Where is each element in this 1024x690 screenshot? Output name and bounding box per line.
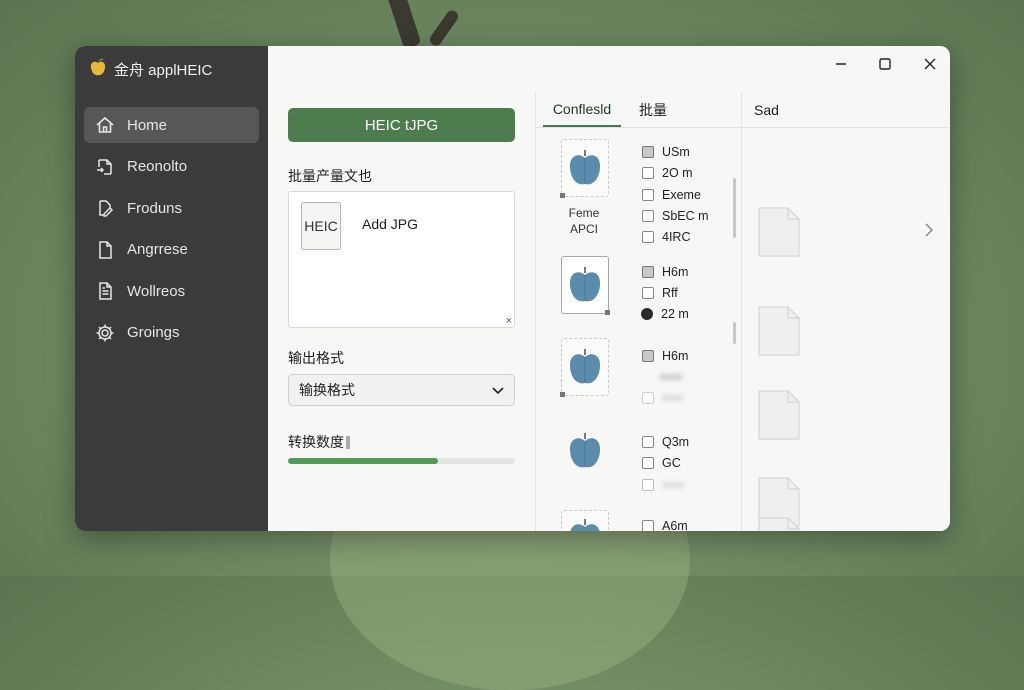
image-thumbnail[interactable] — [561, 510, 609, 531]
home-icon — [94, 114, 116, 136]
radio-selected-icon — [641, 308, 653, 320]
tab-batch[interactable]: 批量 — [639, 92, 667, 127]
option-checkbox[interactable]: GC — [642, 454, 681, 472]
output-format-select[interactable]: 输换格式 — [288, 374, 515, 406]
apple-image-icon — [569, 349, 601, 384]
output-format-value: 输换格式 — [299, 382, 355, 398]
option-checkbox[interactable]: SbEC m — [642, 207, 709, 225]
option-checkbox[interactable]: Rff — [642, 284, 678, 302]
option-checkbox[interactable]: 4IRC — [642, 228, 690, 246]
progress-label: 转换数度 — [288, 432, 350, 452]
column-divider — [741, 92, 742, 531]
sidebar-item-label: Froduns — [127, 199, 183, 217]
sidebar-item-label: Home — [127, 116, 168, 134]
close-button[interactable] — [916, 55, 944, 77]
option-checkbox[interactable]: A6m — [642, 517, 688, 531]
option-checkbox[interactable]: H6m — [642, 263, 688, 281]
checkbox-icon — [642, 350, 654, 362]
checkbox-icon — [642, 436, 654, 448]
checkbox-icon — [642, 210, 654, 222]
convert-button[interactable]: HEIC tJPG — [288, 108, 515, 142]
convert-icon — [94, 156, 116, 178]
thumbnail-caption: Feme APCI — [568, 206, 600, 236]
file-panel-tabs: Conflesld 批量 Sad — [536, 92, 949, 128]
maximize-icon — [878, 57, 892, 76]
add-jpg-link[interactable]: Add JPG — [362, 216, 418, 232]
file-panel: Conflesld 批量 Sad Feme APCI USm 2O m Exem… — [535, 92, 949, 531]
sidebar-item-groings[interactable]: Groings — [84, 315, 259, 351]
file-icon[interactable] — [758, 390, 800, 440]
background-stem — [386, 0, 422, 50]
option-radio[interactable]: 22 m — [641, 305, 689, 323]
image-thumbnail-selected[interactable] — [561, 256, 610, 315]
option-blurred — [660, 368, 684, 386]
sidebar: 金舟 applHEIC Home Reonolto Froduns Angrre… — [75, 46, 268, 531]
progress-bar — [288, 458, 515, 464]
apple-image-icon — [569, 433, 601, 468]
sidebar-item-label: Reonolto — [127, 158, 188, 175]
scrollbar-thumb[interactable] — [733, 178, 736, 238]
sidebar-item-home[interactable]: Home — [84, 107, 259, 143]
output-format-label: 输出格式 — [288, 350, 344, 366]
image-thumbnail[interactable] — [560, 338, 609, 397]
app-window: 金舟 applHEIC Home Reonolto Froduns Angrre… — [75, 46, 950, 531]
minimize-button[interactable] — [827, 55, 855, 77]
checkbox-icon — [642, 392, 654, 404]
checkbox-icon — [642, 266, 654, 278]
gear-icon — [94, 322, 116, 344]
list-document-icon — [94, 280, 116, 302]
edit-icon — [94, 197, 116, 219]
clear-dropzone-button[interactable]: × — [506, 315, 512, 327]
checkbox-icon — [642, 520, 654, 531]
option-checkbox[interactable]: Q3m — [642, 433, 689, 451]
chevron-down-icon — [492, 382, 504, 398]
apple-image-icon — [569, 267, 601, 302]
sidebar-item-reonolto[interactable]: Reonolto — [84, 149, 259, 185]
sidebar-item-label: Wollreos — [127, 282, 186, 300]
checkbox-icon — [642, 457, 654, 469]
chevron-right-icon[interactable] — [924, 222, 934, 243]
file-dropzone[interactable]: HEIC Add JPG × — [288, 191, 515, 328]
app-title: 金舟 applHEIC — [89, 58, 212, 80]
option-checkbox[interactable]: 2O m — [642, 164, 693, 182]
apple-image-icon — [569, 150, 601, 185]
maximize-button[interactable] — [871, 55, 899, 77]
sidebar-item-label: Groings — [127, 324, 180, 341]
option-checkbox[interactable] — [642, 476, 684, 494]
option-checkbox[interactable]: USm — [642, 143, 690, 161]
checkbox-icon — [642, 189, 654, 201]
sidebar-item-wollreos[interactable]: Wollreos — [84, 273, 259, 309]
main-area: HEIC tJPG 批量产量文也 HEIC Add JPG × 输出格式 输换格… — [268, 46, 950, 531]
heic-file-chip[interactable]: HEIC — [301, 202, 341, 250]
minimize-icon — [834, 57, 848, 76]
sidebar-item-angrrese[interactable]: Angrrese — [84, 232, 259, 268]
file-icon[interactable] — [758, 306, 800, 356]
document-icon — [94, 239, 116, 261]
checkbox-icon — [642, 146, 654, 158]
checkbox-icon — [642, 167, 654, 179]
option-checkbox[interactable]: H6m — [642, 347, 688, 365]
progress-fill — [288, 458, 438, 464]
app-title-text: 金舟 applHEIC — [114, 61, 213, 79]
file-icon[interactable] — [758, 207, 800, 257]
checkbox-icon — [642, 287, 654, 299]
apple-logo-icon — [89, 57, 107, 81]
tab-conflesld[interactable]: Conflesld — [543, 92, 621, 127]
batch-label: 批量产量文也 — [288, 168, 372, 184]
file-icon[interactable] — [758, 517, 800, 531]
background-stem — [427, 8, 461, 48]
option-checkbox[interactable]: Exeme — [642, 186, 701, 204]
tab-sad[interactable]: Sad — [754, 92, 779, 127]
checkbox-icon — [642, 231, 654, 243]
apple-image-icon — [570, 519, 600, 531]
image-thumbnail[interactable] — [560, 139, 609, 198]
sidebar-item-label: Angrrese — [127, 241, 188, 258]
sidebar-nav: Home Reonolto Froduns Angrrese Wollreos … — [84, 107, 259, 356]
option-checkbox[interactable] — [642, 389, 684, 407]
checkbox-icon — [642, 479, 654, 491]
sidebar-item-froduns[interactable]: Froduns — [84, 190, 259, 226]
close-icon — [923, 57, 937, 76]
scrollbar-thumb[interactable] — [733, 322, 736, 344]
image-thumbnail[interactable] — [561, 422, 609, 480]
